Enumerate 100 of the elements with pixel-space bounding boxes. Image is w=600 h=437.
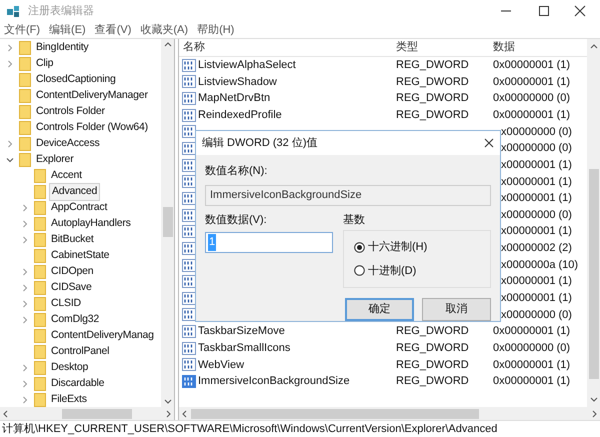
folder-icon xyxy=(34,265,46,279)
scroll-left-icon[interactable] xyxy=(2,410,8,418)
table-cell: 0x00000001 (1) xyxy=(493,358,570,371)
tree-item[interactable]: CIDSave xyxy=(49,280,94,296)
chevron-right-icon[interactable] xyxy=(21,316,29,324)
table-cell: REG_DWORD xyxy=(396,375,469,388)
tree-item[interactable]: ControlPanel xyxy=(49,344,112,360)
tree-item[interactable]: CabinetState xyxy=(49,248,112,264)
chevron-right-icon[interactable] xyxy=(21,300,29,308)
cancel-button[interactable]: 取消 xyxy=(422,298,491,321)
table-cell: 0x00000000 (0) xyxy=(493,92,570,104)
table-cell: x00000001 (1) xyxy=(501,176,572,188)
chevron-right-icon[interactable] xyxy=(21,284,29,292)
tree-item[interactable]: Clip xyxy=(34,56,56,72)
column-header[interactable]: 类型 xyxy=(392,39,489,56)
ok-button[interactable]: 确定 xyxy=(345,298,414,321)
tree-item[interactable]: Explorer xyxy=(34,152,76,168)
folder-icon xyxy=(34,281,46,295)
folder-icon xyxy=(19,153,31,167)
chevron-right-icon[interactable] xyxy=(6,60,14,68)
folder-icon xyxy=(34,297,46,311)
table-cell-text: ListviewAlphaSelect xyxy=(198,58,296,74)
table-cell-text: ListviewShadow xyxy=(198,74,277,90)
scroll-down-icon[interactable] xyxy=(164,399,172,405)
scroll-left-icon[interactable] xyxy=(181,410,187,418)
tree-item[interactable]: Desktop xyxy=(49,360,90,376)
tree-item[interactable]: Discardable xyxy=(49,376,106,392)
vertical-scrollbar[interactable] xyxy=(587,39,600,407)
scroll-up-icon[interactable] xyxy=(590,43,598,49)
value-name-field[interactable]: ImmersiveIconBackgroundSize xyxy=(205,184,491,206)
table-cell: 0x00000001 (1) xyxy=(493,325,570,338)
table-cell: REG_DWORD xyxy=(396,358,469,371)
tree-item[interactable]: FileExts xyxy=(49,392,89,408)
field-label: 数值名称(N): xyxy=(205,164,268,179)
table-cell-text: MapNetDrvBtn xyxy=(198,91,270,106)
menu-item[interactable]: 帮助(H) xyxy=(197,22,234,38)
menu-item[interactable]: 收藏夹(A) xyxy=(140,22,188,38)
table-cell: 0x00000001 (1) xyxy=(493,108,570,121)
tree-item[interactable]: Controls Folder xyxy=(34,104,107,120)
scrollbar-thumb[interactable] xyxy=(62,408,132,418)
scroll-up-icon[interactable] xyxy=(164,41,172,47)
table-cell-text: WebView xyxy=(198,358,244,373)
tree-item[interactable]: Accent xyxy=(49,168,84,184)
chevron-right-icon[interactable] xyxy=(6,44,14,52)
radio-label[interactable]: 十进制(D) xyxy=(368,262,416,279)
table-cell: x00000000 (0) xyxy=(501,126,572,138)
menu-item[interactable]: 文件(F) xyxy=(4,22,40,38)
maximize-icon[interactable] xyxy=(538,5,550,17)
chevron-right-icon[interactable] xyxy=(21,204,29,212)
tree-item[interactable]: ClosedCaptioning xyxy=(34,72,118,88)
tree-item[interactable]: ComDlg32 xyxy=(49,312,102,328)
horizontal-scrollbar[interactable] xyxy=(0,407,174,420)
table-cell: x00000001 (1) xyxy=(501,275,572,288)
chevron-down-icon[interactable] xyxy=(6,156,14,164)
chevron-right-icon[interactable] xyxy=(21,364,29,372)
vertical-scrollbar[interactable] xyxy=(161,39,174,407)
tree-item[interactable]: Advanced xyxy=(49,183,100,201)
radio-label[interactable]: 十六进制(H) xyxy=(368,239,428,256)
column-header[interactable]: 数据 xyxy=(489,39,519,56)
chevron-right-icon[interactable] xyxy=(21,268,29,276)
scroll-right-icon[interactable] xyxy=(166,410,172,418)
menu-item[interactable]: 查看(V) xyxy=(94,22,132,38)
folder-icon xyxy=(34,313,46,327)
table-cell: 0x00000001 (1) xyxy=(493,375,570,388)
chevron-right-icon[interactable] xyxy=(21,236,29,244)
tree-item[interactable]: CLSID xyxy=(49,296,83,312)
folder-icon xyxy=(34,169,46,183)
tree-item[interactable]: BingIdentity xyxy=(34,40,90,56)
radio-button[interactable] xyxy=(354,265,365,276)
close-icon[interactable] xyxy=(484,138,494,148)
tree-item[interactable]: CIDOpen xyxy=(49,264,96,280)
column-header[interactable]: 名称 xyxy=(179,39,392,56)
table-cell-text: TaskbarSmallIcons xyxy=(198,340,290,356)
chevron-right-icon[interactable] xyxy=(6,140,14,148)
table-cell: x00000001 (1) xyxy=(501,292,572,304)
radio-button[interactable] xyxy=(354,242,365,253)
dialog-title: 编辑 DWORD (32 位)值 xyxy=(202,136,318,151)
folder-icon xyxy=(34,393,46,407)
scrollbar-thumb[interactable] xyxy=(191,408,479,418)
close-icon[interactable] xyxy=(574,5,586,17)
horizontal-scrollbar[interactable] xyxy=(179,407,600,420)
chevron-right-icon[interactable] xyxy=(21,220,29,228)
chevron-right-icon[interactable] xyxy=(21,396,29,404)
scroll-right-icon[interactable] xyxy=(592,410,598,418)
chevron-right-icon[interactable] xyxy=(21,380,29,388)
tree-item[interactable]: ContentDeliveryManag xyxy=(49,328,156,344)
scrollbar-thumb[interactable] xyxy=(588,169,598,379)
table-cell: x00000000 (0) xyxy=(501,308,572,321)
tree-item[interactable]: Controls Folder (Wow64) xyxy=(34,120,150,136)
folder-icon xyxy=(19,137,31,151)
menu-item[interactable]: 编辑(E) xyxy=(49,22,86,38)
table-cell: REG_DWORD xyxy=(396,325,469,338)
scroll-down-icon[interactable] xyxy=(590,397,598,403)
table-cell: x00000001 (1) xyxy=(501,225,572,238)
tree-item[interactable]: ContentDeliveryManager xyxy=(34,88,150,104)
tree-item[interactable]: AppContract xyxy=(49,200,110,216)
scrollbar-thumb[interactable] xyxy=(162,207,172,237)
tree-item[interactable]: AutoplayHandlers xyxy=(49,216,133,232)
tree-item[interactable]: BitBucket xyxy=(49,232,96,248)
tree-item[interactable]: DeviceAccess xyxy=(34,136,102,152)
